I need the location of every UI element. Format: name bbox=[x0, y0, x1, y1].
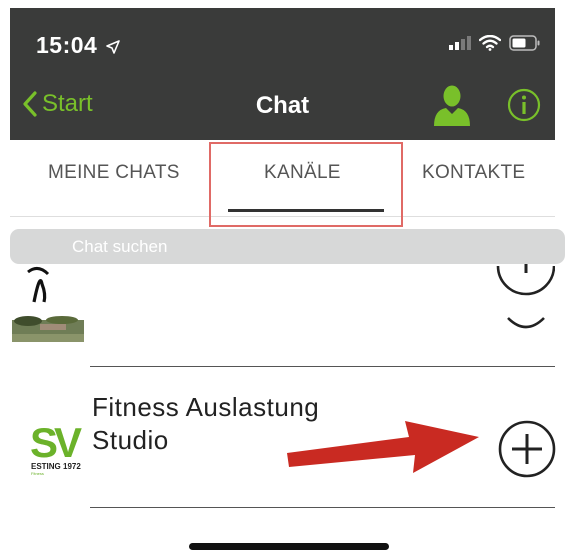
status-time-text: 15:04 bbox=[36, 32, 98, 58]
svg-text:ESTING 1972: ESTING 1972 bbox=[31, 462, 81, 471]
profile-button[interactable] bbox=[432, 84, 472, 131]
list-item[interactable] bbox=[10, 264, 555, 366]
tab-kontakte[interactable]: KONTAKTE bbox=[422, 162, 525, 184]
top-bar: 15:04 Start Chat bbox=[10, 8, 555, 140]
home-indicator[interactable] bbox=[189, 543, 389, 550]
annotation-highlight-box bbox=[209, 142, 403, 227]
sv-esting-logo: SV ESTING 1972 Fitness bbox=[30, 417, 90, 477]
tab-meine-chats[interactable]: MEINE CHATS bbox=[48, 162, 180, 184]
status-icons bbox=[449, 35, 541, 51]
signal-icon bbox=[449, 36, 471, 50]
info-icon bbox=[507, 88, 541, 122]
battery-icon bbox=[509, 35, 540, 51]
sv-logo-image: SV ESTING 1972 Fitness bbox=[30, 419, 86, 476]
annotation-arrow bbox=[287, 421, 479, 473]
location-arrow-icon bbox=[106, 40, 121, 54]
join-channel-button[interactable] bbox=[496, 418, 558, 485]
list-divider bbox=[90, 507, 555, 508]
svg-text:SV: SV bbox=[30, 419, 82, 466]
status-time: 15:04 bbox=[36, 32, 121, 59]
svg-text:Fitness: Fitness bbox=[31, 471, 44, 476]
wifi-icon bbox=[479, 35, 501, 51]
person-icon bbox=[434, 85, 470, 126]
search-placeholder: Chat suchen bbox=[72, 237, 168, 256]
page-title: Chat bbox=[255, 92, 310, 119]
info-button[interactable] bbox=[507, 88, 541, 127]
plus-circle-icon[interactable] bbox=[494, 264, 555, 364]
search-input[interactable]: Chat suchen bbox=[10, 229, 565, 264]
app-screen: 15:04 Start Chat MEINE CHATS KANÄLE KONT… bbox=[0, 0, 565, 558]
channel-logo-image bbox=[12, 267, 84, 342]
plus-circle-icon bbox=[498, 420, 556, 478]
